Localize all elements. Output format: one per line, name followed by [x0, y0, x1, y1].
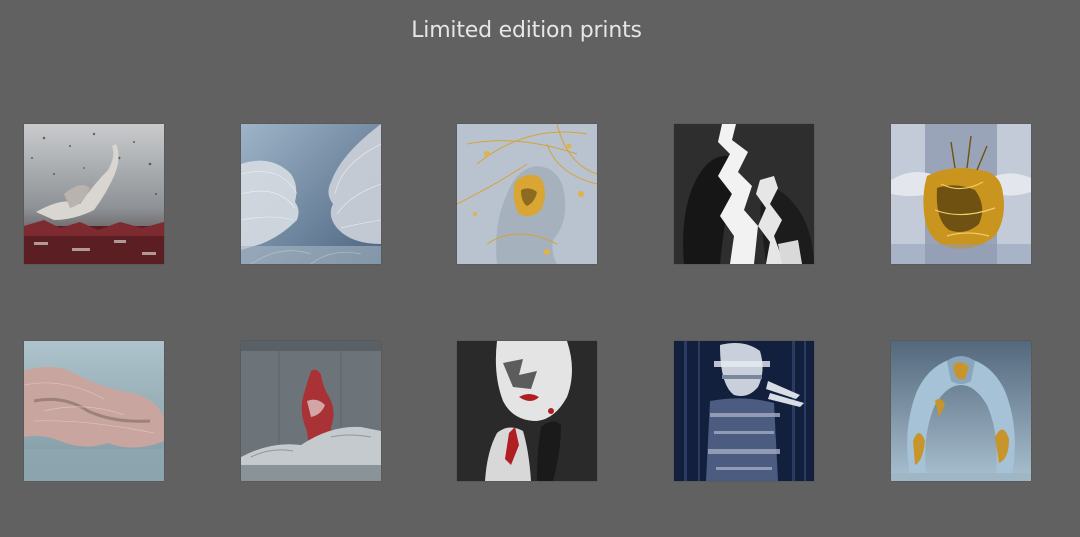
gallery-item-10[interactable]	[891, 341, 1031, 481]
golden-head-artwork	[457, 124, 597, 264]
gallery-item-2[interactable]	[241, 124, 381, 264]
gold-embrace-artwork	[891, 341, 1031, 481]
gallery-item-4[interactable]	[674, 124, 814, 264]
wrapped-reclining-figure-artwork	[24, 341, 164, 481]
gallery-item-6[interactable]	[24, 341, 164, 481]
gallery-item-9[interactable]	[674, 341, 814, 481]
gallery-item-1[interactable]	[24, 124, 164, 264]
gallery-item-8[interactable]	[457, 341, 597, 481]
red-figure-concrete-artwork	[241, 341, 381, 481]
red-lips-portrait-artwork	[457, 341, 597, 481]
gallery-item-7[interactable]	[241, 341, 381, 481]
gallery-item-3[interactable]	[457, 124, 597, 264]
gold-cloth-figure-artwork	[891, 124, 1031, 264]
print-gallery	[0, 0, 1080, 537]
fractured-faces-artwork	[674, 124, 814, 264]
kissing-faces-wire-artwork	[241, 124, 381, 264]
drowning-figure-artwork	[24, 124, 164, 264]
glitch-portrait-artwork	[674, 341, 814, 481]
gallery-item-5[interactable]	[891, 124, 1031, 264]
